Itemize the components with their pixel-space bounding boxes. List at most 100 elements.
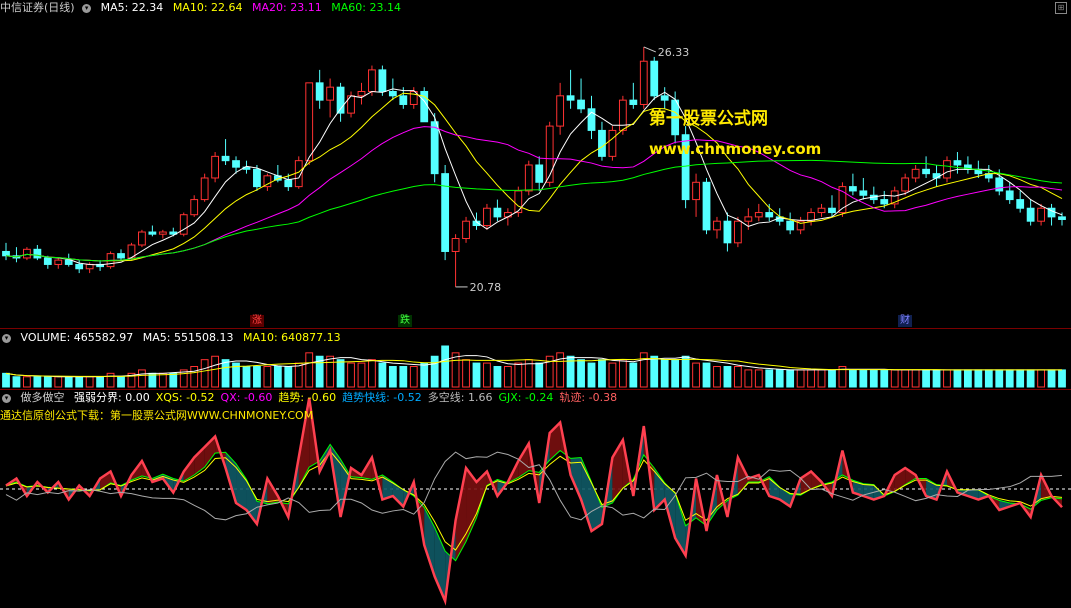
candle-body (190, 199, 199, 216)
tag-rise[interactable]: 涨 (250, 315, 264, 327)
volume-bar (974, 369, 983, 388)
volume-bar (472, 362, 481, 388)
volume-bar (190, 366, 199, 388)
tag-fall[interactable]: 跌 (398, 315, 412, 327)
volume-bar (493, 366, 502, 388)
volume-bar (723, 366, 732, 388)
candle-body (848, 186, 857, 192)
watermark-title: 第一股票公式网 (649, 109, 768, 129)
low-label: 20.78 (470, 281, 502, 294)
candle-body (566, 95, 575, 101)
volume-bar (2, 372, 10, 388)
candle-body (43, 257, 52, 265)
candle-body (598, 129, 606, 157)
candle-body (33, 248, 42, 259)
indicator-header: ▾ 做多做空 强弱分界: 0.00 XQS: -0.52 QX: -0.60 趋势: … (0, 391, 629, 405)
candle-body (430, 121, 439, 175)
candle-body (357, 91, 366, 97)
candle-body (577, 99, 585, 110)
indicator-item-3: 趋势: -0.60 (278, 391, 337, 404)
volume-bar (43, 376, 52, 388)
candle-body (618, 99, 627, 131)
volume-bar (357, 362, 366, 388)
candle-body (2, 250, 10, 257)
volume-bar (138, 369, 146, 388)
indicator-settings-icon[interactable]: ▾ (2, 393, 11, 403)
candle-body (138, 231, 146, 246)
tag-finance[interactable]: 财 (898, 315, 912, 327)
indicator-item-1: XQS: -0.52 (155, 391, 215, 404)
volume-bar (964, 369, 972, 388)
volume-bar (681, 355, 690, 388)
volume-bar (671, 359, 680, 388)
indicator-item-5: 多空线: 1.66 (427, 391, 493, 404)
volume-bar (702, 362, 711, 388)
volume-bar (911, 369, 920, 388)
volume-bar (598, 359, 606, 388)
candle-body (221, 155, 230, 162)
candle-body (75, 263, 84, 270)
high-pointer (643, 46, 656, 53)
volume-bar (33, 376, 42, 388)
indicator-name: 做多做空 (20, 391, 65, 404)
volume-bar (880, 369, 889, 388)
volume-bar (54, 376, 63, 388)
volume-bar (347, 362, 355, 388)
candle-body (211, 155, 220, 179)
volume-bar (305, 352, 314, 388)
volume-bar (650, 355, 659, 388)
volume-bar (984, 369, 993, 388)
volume-bar (587, 362, 596, 388)
volume-header: ▾ VOLUME: 465582.97 MA5: 551508.13 MA10:… (0, 331, 347, 345)
volume-bar (1016, 369, 1025, 388)
download-text: 通达信原创公式下载：第一股票公式网WWW.CHNMONEY.COM (0, 409, 314, 422)
pane-divider-indicator[interactable] (0, 389, 1071, 390)
volume-settings-icon[interactable]: ▾ (2, 333, 11, 343)
track-line (5, 397, 1063, 606)
volume-bar (629, 362, 638, 388)
volume-bar (556, 352, 565, 388)
candle-body (514, 190, 523, 214)
volume-bar (1058, 369, 1066, 388)
candle-body (200, 177, 209, 201)
volume-bar (943, 369, 951, 388)
volume-bar (817, 369, 826, 388)
volume-bar (284, 366, 293, 388)
candle-body (901, 177, 910, 192)
candle-body (692, 181, 700, 201)
candle-body (723, 220, 732, 244)
volume-bar (106, 372, 115, 388)
volume-bar (441, 345, 450, 388)
stock-chart-canvas[interactable]: 26.33 20.78 (0, 0, 1071, 608)
volume-ma5-label: MA5: 551508.13 (142, 331, 234, 344)
ma10-line (5, 92, 1063, 262)
volume-bar (430, 355, 439, 388)
volume-bar (577, 359, 585, 388)
candle-body (744, 216, 753, 222)
volume-bar (1026, 369, 1035, 388)
candle-body (117, 253, 125, 259)
indicator-item-7: 轨迹: -0.38 (559, 391, 618, 404)
volume-bar (211, 355, 220, 388)
volume-bar (23, 376, 31, 388)
candle-body (483, 207, 491, 227)
candle-body (305, 82, 314, 162)
volume-bar (117, 376, 125, 388)
volume-bar (503, 366, 512, 388)
volume-bar (744, 369, 753, 388)
volume-bar (618, 359, 627, 388)
volume-bar (273, 366, 282, 388)
volume-bar (294, 362, 303, 388)
gjx-line (5, 443, 1063, 562)
candle-body (368, 69, 376, 93)
volume-bar (1037, 369, 1045, 388)
volume-bar (1047, 369, 1056, 388)
candle-body (765, 212, 774, 218)
candle-body (1005, 190, 1014, 201)
volume-bar (96, 376, 104, 388)
candle-body (817, 207, 826, 214)
volume-bar (221, 359, 230, 388)
volume-bar (775, 369, 784, 388)
pane-divider-volume[interactable] (0, 328, 1071, 329)
volume-bar (388, 366, 397, 388)
